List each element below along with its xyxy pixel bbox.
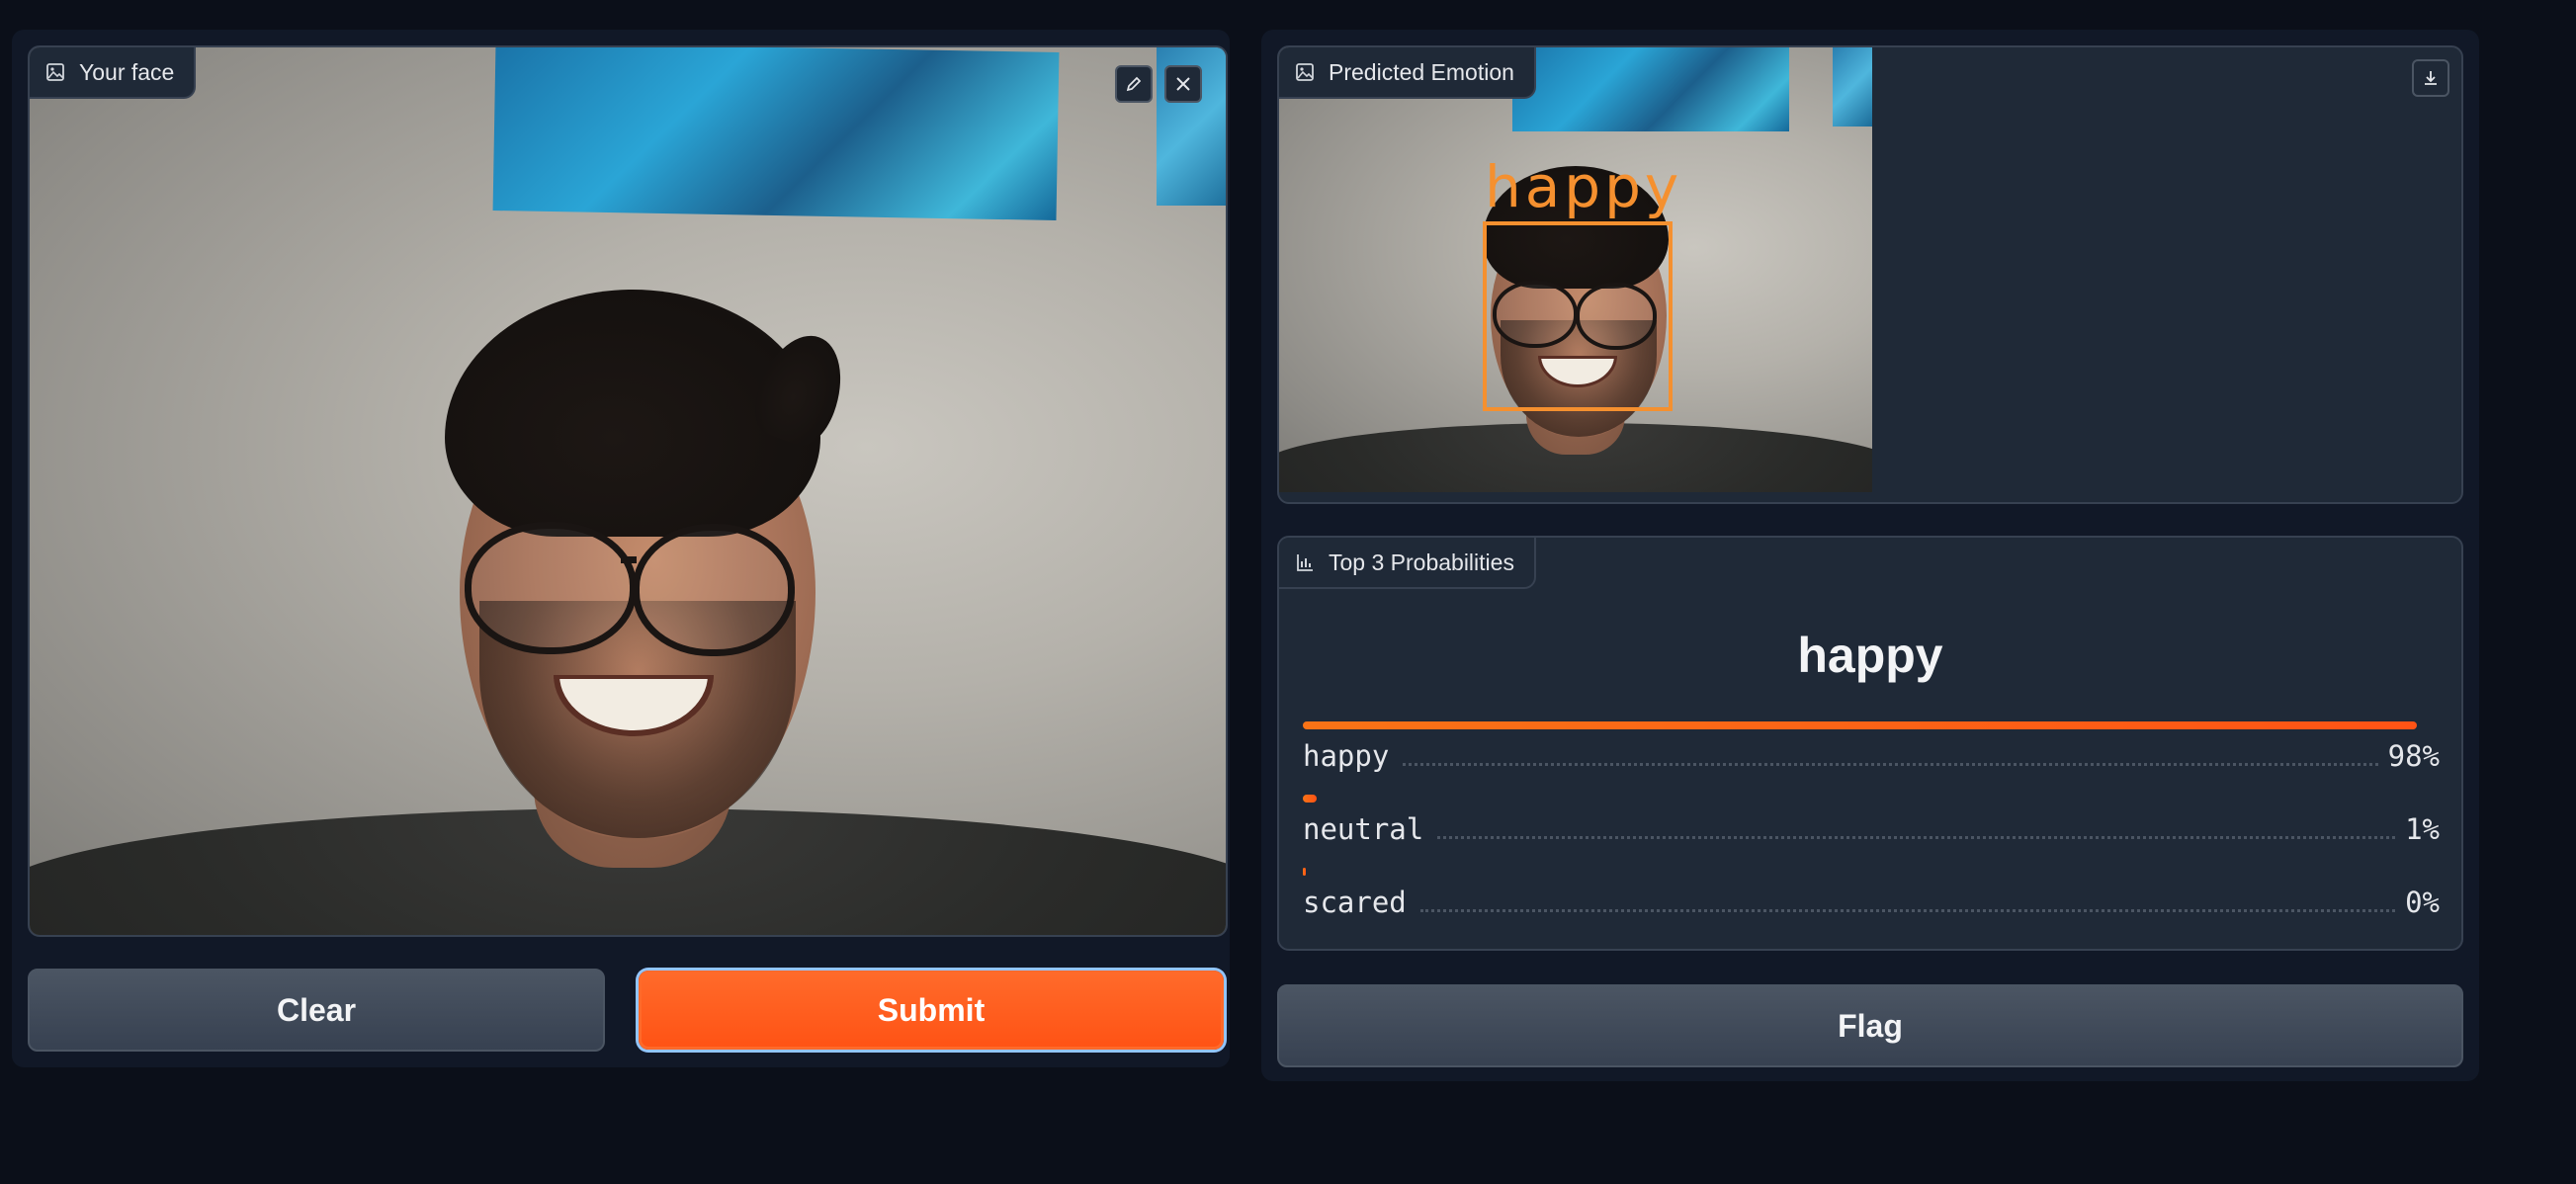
- annotated-photo: happy: [1279, 47, 1872, 492]
- download-icon: [2425, 71, 2437, 85]
- confidence-label: happy: [1303, 739, 1390, 773]
- output-image-label: Predicted Emotion: [1279, 47, 1536, 99]
- flag-button-label: Flag: [1838, 1007, 1903, 1044]
- clear-button-label: Clear: [276, 991, 357, 1028]
- pencil-icon: [1126, 76, 1142, 92]
- probabilities-block: Top 3 Probabilities happy happy 98% neut…: [1277, 536, 2463, 951]
- download-button[interactable]: [2412, 59, 2449, 97]
- flag-button[interactable]: Flag: [1277, 984, 2463, 1067]
- webcam-photo: [30, 47, 1226, 935]
- remove-image-button[interactable]: [1164, 65, 1202, 103]
- clear-button[interactable]: Clear: [28, 969, 605, 1052]
- confidence-value: 98%: [2387, 739, 2440, 773]
- dotted-leader: [1437, 836, 2396, 839]
- probabilities-label: Top 3 Probabilities: [1279, 538, 1536, 589]
- image-icon: [1296, 63, 1314, 81]
- detection-label: happy: [1485, 153, 1683, 220]
- confidence-row: neutral 1%: [1303, 795, 2440, 846]
- edit-button[interactable]: [1115, 65, 1153, 103]
- confidence-row: scared 0%: [1303, 868, 2440, 919]
- input-panel: Your face Clear Submit: [12, 30, 1230, 1067]
- dotted-leader: [1403, 763, 2378, 766]
- confidence-value: 1%: [2405, 812, 2440, 846]
- image-input[interactable]: Your face: [28, 45, 1228, 937]
- confidence-bar: [1303, 795, 1317, 803]
- face-detection-box: [1483, 221, 1673, 411]
- image-icon: [46, 63, 64, 81]
- submit-button[interactable]: Submit: [639, 971, 1224, 1050]
- confidence-label: neutral: [1303, 812, 1424, 846]
- bar-chart-icon: [1297, 554, 1313, 571]
- dotted-leader: [1419, 909, 2396, 912]
- confidence-bar: [1303, 721, 2417, 729]
- confidence-bar: [1303, 868, 1307, 876]
- output-image: Predicted Emotion happy: [1277, 45, 2463, 504]
- confidence-value: 0%: [2405, 886, 2440, 919]
- image-input-title: Your face: [79, 58, 175, 85]
- image-input-label: Your face: [30, 47, 197, 99]
- probabilities-title: Top 3 Probabilities: [1329, 549, 1514, 575]
- output-image-title: Predicted Emotion: [1329, 58, 1514, 85]
- confidence-label: scared: [1303, 886, 1407, 919]
- close-icon: [1176, 77, 1190, 91]
- submit-button-label: Submit: [877, 991, 986, 1028]
- confidence-row: happy 98%: [1303, 721, 2440, 773]
- top-prediction: happy: [1797, 628, 1943, 683]
- output-panel: Predicted Emotion happy Top 3 Probabilit…: [1261, 30, 2479, 1081]
